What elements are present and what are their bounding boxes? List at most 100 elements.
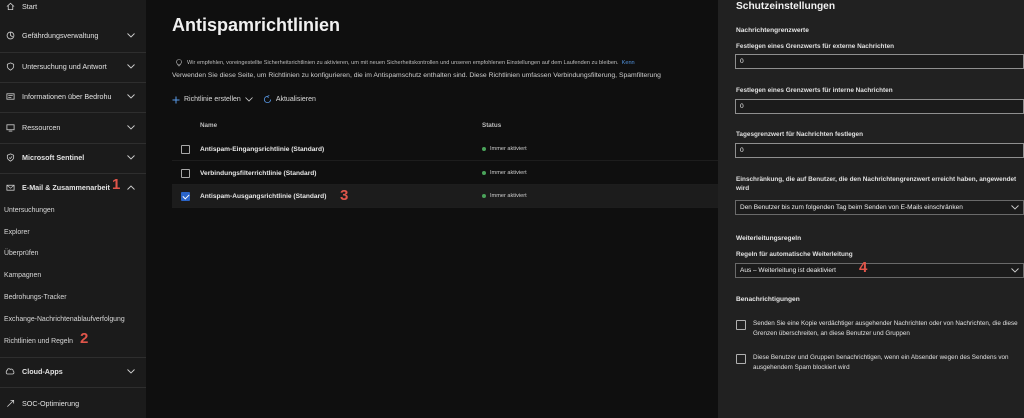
- sidebar-item-label: Ressourcen: [22, 122, 61, 132]
- sidebar-divider: [0, 173, 146, 174]
- table-row-selected[interactable]: Antispam-Ausgangsrichtlinie (Standard) 3…: [172, 185, 718, 208]
- sidebar-subitem-message-trace[interactable]: Exchange-Nachrichtenablaufverfolgung: [4, 316, 125, 323]
- sidebar-item-label: Untersuchung und Antwort: [22, 61, 107, 71]
- chevron-down-icon[interactable]: [126, 63, 136, 69]
- internal-limit-label: Festlegen eines Grenzwerts für interne N…: [736, 87, 893, 94]
- status-text: Immer aktiviert: [490, 146, 527, 152]
- sidebar-divider: [0, 112, 146, 113]
- external-limit-input[interactable]: 0: [735, 54, 1024, 69]
- threat-management-icon: [4, 29, 16, 41]
- external-limit-label: Festlegen eines Grenzwerts für externe N…: [736, 43, 895, 50]
- forwarding-label: Regeln für automatische Weiterleitung: [736, 251, 853, 258]
- chevron-down-icon[interactable]: [126, 154, 136, 160]
- notify-blocked-checkbox[interactable]: [736, 354, 746, 364]
- sidebar-item-threat-management[interactable]: Gefährdungsverwaltung: [0, 26, 146, 44]
- lightbulb-icon: [176, 59, 182, 67]
- panel-title: Schutzeinstellungen: [736, 1, 836, 12]
- internal-limit-input[interactable]: 0: [735, 99, 1024, 114]
- daily-limit-input[interactable]: 0: [735, 143, 1024, 158]
- sidebar-divider: [0, 357, 146, 358]
- sidebar-item-cloud-apps[interactable]: Cloud-Apps: [0, 362, 146, 380]
- notify-copy-label: Senden Sie eine Kopie verdächtiger ausge…: [753, 320, 1018, 337]
- sidebar-item-soc-optimization[interactable]: SOC-Optimierung: [0, 394, 146, 412]
- sidebar-item-label: Cloud-Apps: [22, 366, 63, 376]
- sidebar-subitem-campaigns[interactable]: Kampagnen: [4, 272, 41, 279]
- refresh-label: Aktualisieren: [275, 96, 316, 103]
- daily-limit-label: Tagesgrenzwert für Nachrichten festlegen: [736, 131, 864, 138]
- sidebar-item-label: SOC-Optimierung: [22, 398, 80, 408]
- column-header-status[interactable]: Status: [482, 122, 501, 129]
- callout-marker-1: 1: [112, 176, 121, 193]
- chevron-up-icon[interactable]: [126, 184, 136, 190]
- sidebar-item-start[interactable]: Start: [0, 0, 146, 12]
- sidebar-item-label: Start: [22, 1, 38, 11]
- investigation-icon: [4, 60, 16, 72]
- forwarding-value: Aus – Weiterleitung ist deaktiviert: [740, 267, 836, 274]
- assets-icon: [4, 121, 16, 133]
- row-checkbox-checked[interactable]: [181, 191, 190, 201]
- chevron-down-icon: [245, 97, 253, 102]
- status-text: Immer aktiviert: [490, 170, 527, 176]
- column-header-name[interactable]: Name: [200, 122, 217, 129]
- restriction-label: Einschränkung, die auf Benutzer, die den…: [736, 176, 1017, 192]
- sidebar-item-sentinel[interactable]: Microsoft Sentinel: [0, 148, 146, 166]
- chevron-down-icon[interactable]: [126, 93, 136, 99]
- section-notifications: Benachrichtigungen: [736, 296, 800, 303]
- page-title: Antispamrichtlinien: [172, 15, 341, 35]
- restriction-dropdown[interactable]: Den Benutzer bis zum folgenden Tag beim …: [735, 200, 1024, 215]
- status-text: Immer aktiviert: [490, 193, 527, 199]
- status-cell: Immer aktiviert: [482, 170, 527, 176]
- main-content: Antispamrichtlinien Wir empfehlen, vorei…: [146, 0, 718, 418]
- toolbar: Richtlinie erstellen Aktualisieren: [172, 95, 316, 104]
- section-message-limits: Nachrichtengrenzwerte: [736, 27, 809, 34]
- table-row[interactable]: Antispam-Eingangsrichtlinie (Standard) I…: [172, 138, 718, 161]
- protection-settings-panel: Schutzeinstellungen Nachrichtengrenzwert…: [718, 0, 1024, 418]
- sidebar-item-threat-intelligence[interactable]: Informationen über Bedrohu: [0, 87, 146, 105]
- sidebar-subitem-review[interactable]: Überprüfen: [4, 250, 38, 257]
- sidebar-subitem-policies-rules[interactable]: Richtlinien und Regeln: [4, 338, 73, 345]
- policy-name[interactable]: Verbindungsfilterrichtlinie (Standard): [200, 170, 317, 177]
- forwarding-dropdown[interactable]: Aus – Weiterleitung ist deaktiviert: [735, 263, 1024, 278]
- sidebar-item-investigation[interactable]: Untersuchung und Antwort: [0, 57, 146, 75]
- status-dot: [482, 171, 486, 175]
- notify-copy-checkbox[interactable]: [736, 320, 746, 330]
- sidebar-subitem-investigations[interactable]: Untersuchungen: [4, 207, 55, 214]
- row-checkbox[interactable]: [181, 168, 190, 178]
- chevron-down-icon[interactable]: [126, 124, 136, 130]
- chevron-down-icon: [1007, 268, 1023, 273]
- chevron-down-icon[interactable]: [126, 32, 136, 38]
- callout-marker-2: 2: [80, 330, 89, 347]
- recommendation-banner: Wir empfehlen, voreingestellte Sicherhei…: [170, 56, 718, 70]
- create-policy-button[interactable]: Richtlinie erstellen: [172, 96, 257, 104]
- sidebar-item-label: Informationen über Bedrohu: [22, 91, 112, 101]
- table-row[interactable]: Verbindungsfilterrichtlinie (Standard) I…: [172, 162, 718, 185]
- policy-name[interactable]: Antispam-Ausgangsrichtlinie (Standard): [200, 193, 326, 200]
- sidebar-divider: [0, 143, 146, 144]
- section-forwarding-rules: Weiterleitungsregeln: [736, 235, 802, 242]
- refresh-icon: [263, 95, 271, 104]
- chevron-down-icon[interactable]: [126, 368, 136, 374]
- sidebar-subitem-threat-tracker[interactable]: Bedrohungs-Tracker: [4, 294, 67, 301]
- chevron-down-icon: [1007, 205, 1023, 210]
- sentinel-shield-icon: [4, 151, 16, 163]
- banner-link[interactable]: Kenn: [622, 60, 635, 66]
- mail-icon: [4, 181, 16, 193]
- optimization-icon: [4, 397, 16, 409]
- row-checkbox[interactable]: [181, 144, 190, 154]
- policy-name[interactable]: Antispam-Eingangsrichtlinie (Standard): [200, 146, 324, 153]
- notify-blocked-label: Diese Benutzer und Gruppen benachrichtig…: [753, 354, 1009, 371]
- sidebar-item-label: Microsoft Sentinel: [22, 152, 85, 162]
- status-cell: Immer aktiviert: [482, 146, 527, 152]
- status-dot: [482, 147, 486, 151]
- status-dot: [482, 194, 486, 198]
- sidebar-divider: [0, 82, 146, 83]
- app-root: Start Gefährdungsverwaltung Untersuchung…: [0, 0, 1024, 418]
- refresh-button[interactable]: Aktualisieren: [263, 95, 316, 104]
- sidebar-divider: [0, 387, 146, 388]
- sidebar-item-email-collaboration[interactable]: E-Mail & Zusammenarbeit: [0, 178, 146, 196]
- status-cell: Immer aktiviert: [482, 193, 527, 199]
- create-policy-label: Richtlinie erstellen: [184, 96, 241, 103]
- home-icon: [4, 0, 16, 12]
- sidebar-item-assets[interactable]: Ressourcen: [0, 118, 146, 136]
- sidebar-subitem-explorer[interactable]: Explorer: [4, 229, 30, 236]
